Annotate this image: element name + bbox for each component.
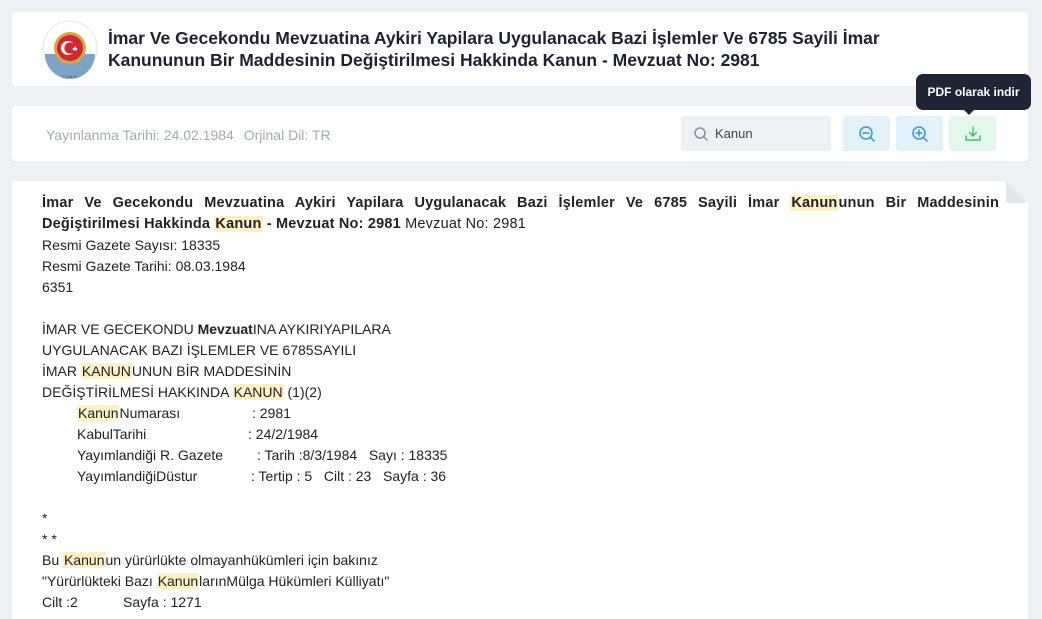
published-date: Yayınlanma Tarihi: 24.02.1984 [46,127,234,143]
document-meta: Yayınlanma Tarihi: 24.02.1984 Orjinal Di… [46,127,337,143]
search-icon [694,127,708,141]
law-heading-line: İMAR VE GECEKONDU MevzuatINA AYKIRIYAPIL… [42,321,391,337]
zoom-out-button[interactable] [843,116,890,151]
law-heading-line: UYGULANACAK BAZI İŞLEMLER VE 6785SAYILI [42,342,357,358]
zoom-in-icon [911,125,928,142]
svg-text:T.B.M.M.: T.B.M.M. [62,74,78,79]
search-highlight: Kanun [156,573,200,589]
law-code: 6351 [42,279,74,295]
search-box[interactable] [681,116,831,151]
search-highlight: Kanun [77,405,120,421]
search-highlight: Kanun [790,195,839,211]
document-panel: İmar Ve Gecekondu Mevzuatina Aykiri Yapi… [12,181,1028,619]
info-row: YayımlandiğiDüstur : Tertip : 5 Cilt : 2… [77,468,447,484]
gazette-number: Resmi Gazete Sayısı: 18335 [42,237,221,253]
note-line: Cilt :2 Sayfa : 1271 [42,594,202,610]
search-highlight: KANUN [80,363,132,379]
search-highlight: Kanun [63,552,106,568]
tooltip-arrow [963,109,975,115]
search-highlight: KANUN [232,384,284,400]
download-icon [964,125,981,141]
search-input[interactable] [715,116,825,151]
search-highlight: Kanun [214,216,263,232]
gazette-date: Resmi Gazete Tarihi: 08.03.1984 [42,258,246,274]
document-content: İmar Ve Gecekondu Mevzuatina Aykiri Yapi… [42,193,999,613]
toolbar: Yayınlanma Tarihi: 24.02.1984 Orjinal Di… [12,106,1028,161]
note-line: "Yürürlükteki Bazı KanunlarınMülga Hüküm… [42,573,390,589]
page-title: İmar Ve Gecekondu Mevzuatina Aykiri Yapi… [108,28,880,70]
info-row: Yayımlandiği R. Gazete : Tarih :8/3/1984… [77,447,448,463]
zoom-out-icon [858,125,875,142]
document-title: İmar Ve Gecekondu Mevzuatina Aykiri Yapi… [42,195,999,232]
footnote-star: * [42,510,48,526]
download-pdf-button[interactable] [949,116,996,151]
tbmm-emblem-icon: T.B.M.M. [40,20,100,82]
header-card: T.B.M.M. İmar Ve Gecekondu Mevzuatina Ay… [12,12,1028,86]
download-tooltip: PDF olarak indir [916,74,1031,110]
original-language: Orjinal Dil: TR [243,127,331,143]
page-fold-icon [1006,181,1028,203]
info-row: KanunNumarası : 2981 [77,405,291,421]
info-row: KabulTarihi : 24/2/1984 [77,426,319,442]
note-line: Bu Kanunun yürürlükte olmayanhükümleri i… [42,552,378,568]
zoom-in-button[interactable] [896,116,943,151]
footnote-star: * * [42,531,57,547]
law-heading-line: DEĞİŞTİRİLMESİ HAKKINDA KANUN (1)(2) [42,384,322,400]
law-heading-line: İMAR KANUNUNUN BİR MADDESİNİN [42,363,292,379]
